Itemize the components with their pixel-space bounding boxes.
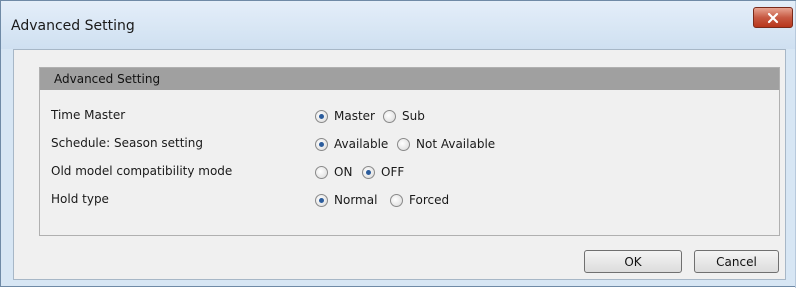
window-title: Advanced Setting [11,18,135,34]
option-label: Forced [409,193,450,207]
time-master-option-sub[interactable]: Sub [383,108,425,124]
option-label: Master [334,109,375,123]
compatibility-option-off[interactable]: OFF [362,164,404,180]
dialog-window: Advanced Setting Advanced Setting Time M… [0,0,796,288]
radio-button[interactable] [315,193,328,207]
radio-button[interactable] [315,165,328,179]
group-header: Advanced Setting [40,68,779,90]
season-option-not-available[interactable]: Not Available [397,136,495,152]
close-button[interactable] [753,7,793,28]
advanced-setting-group: Advanced Setting Time Master Master Sub … [39,67,780,236]
ok-button[interactable]: OK [584,250,682,273]
option-label: OFF [381,165,405,179]
option-label: Sub [402,109,425,123]
compatibility-mode-label: Old model compatibility mode [51,164,233,178]
close-icon [767,12,779,23]
group-title: Advanced Setting [54,72,161,86]
radio-button[interactable] [315,137,328,151]
radio-button[interactable] [383,109,396,123]
hold-type-option-forced[interactable]: Forced [390,192,449,208]
time-master-option-master[interactable]: Master [315,108,375,124]
radio-button[interactable] [362,165,375,179]
season-setting-label: Schedule: Season setting [51,136,203,150]
option-label: Normal [334,193,378,207]
option-label: Not Available [416,137,496,151]
option-label: ON [334,165,353,179]
hold-type-label: Hold type [51,192,109,206]
time-master-label: Time Master [51,108,126,122]
radio-button[interactable] [315,109,328,123]
compatibility-option-on[interactable]: ON [315,164,352,180]
radio-button[interactable] [390,193,403,207]
dialog-body: Advanced Setting Time Master Master Sub … [13,49,786,280]
hold-type-option-normal[interactable]: Normal [315,192,377,208]
title-bar[interactable]: Advanced Setting [1,1,795,49]
option-label: Available [334,137,389,151]
season-option-available[interactable]: Available [315,136,388,152]
cancel-button[interactable]: Cancel [694,250,779,273]
radio-button[interactable] [397,137,410,151]
